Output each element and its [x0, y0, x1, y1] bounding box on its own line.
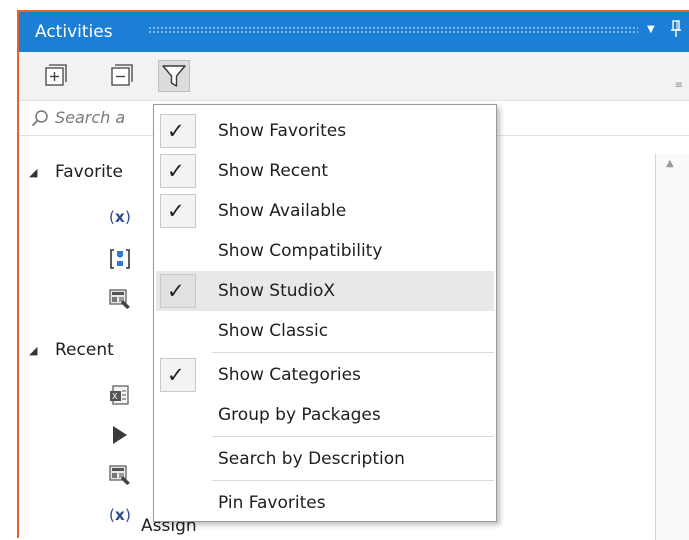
- pin-icon[interactable]: [670, 20, 682, 44]
- filter-icon[interactable]: [158, 60, 190, 92]
- recent-expander-icon[interactable]: ◢: [29, 344, 37, 357]
- search-icon: [31, 109, 49, 131]
- assign-variable-icon: ( x ): [109, 206, 131, 228]
- tree-recent[interactable]: Recent: [55, 340, 114, 360]
- filter-menu: ✓ Show Favorites ✓ Show Recent ✓ Show Av…: [153, 104, 497, 522]
- expand-all-icon[interactable]: [39, 60, 71, 92]
- workflow-icon: [109, 288, 131, 310]
- menu-separator: [212, 436, 494, 437]
- sequence-icon: [109, 248, 131, 270]
- menu-item-show-studiox[interactable]: ✓ Show StudioX: [156, 271, 494, 311]
- collapse-all-icon[interactable]: [105, 60, 137, 92]
- menu-item-label: Show Available: [218, 201, 347, 221]
- menu-item-show-recent[interactable]: ✓ Show Recent: [156, 151, 494, 191]
- menu-item-label: Search by Description: [218, 449, 405, 469]
- svg-text:(: (: [109, 506, 115, 524]
- svg-text:): ): [125, 506, 131, 524]
- check-icon: ✓: [160, 154, 196, 188]
- tree-favorites[interactable]: Favorite: [55, 162, 123, 182]
- menu-item-search-by-description[interactable]: Search by Description: [156, 439, 494, 479]
- menu-item-show-classic[interactable]: Show Classic: [156, 311, 494, 351]
- menu-item-label: Show Recent: [218, 161, 329, 181]
- menu-item-show-favorites[interactable]: ✓ Show Favorites: [156, 111, 494, 151]
- menu-item-label: Show Classic: [218, 321, 329, 341]
- favorites-expander-icon[interactable]: ◢: [29, 166, 37, 179]
- search-input[interactable]: Search a: [55, 108, 125, 127]
- svg-text:X: X: [112, 392, 118, 401]
- activities-toolbar: ≡: [19, 52, 689, 100]
- play-icon: [111, 424, 133, 446]
- check-icon: ✓: [160, 358, 196, 392]
- menu-item-group-by-packages[interactable]: Group by Packages: [156, 395, 494, 435]
- window-options-icon[interactable]: ▼: [647, 20, 655, 40]
- menu-item-label: Show StudioX: [218, 281, 336, 301]
- check-icon: ✓: [160, 114, 196, 148]
- panel-title-bar[interactable]: Activities ▼: [19, 12, 689, 52]
- menu-item-show-available[interactable]: ✓ Show Available: [156, 191, 494, 231]
- svg-text:(: (: [109, 208, 115, 226]
- scroll-up-icon[interactable]: ▲: [666, 158, 674, 169]
- menu-item-show-compatibility[interactable]: Show Compatibility: [156, 231, 494, 271]
- svg-text:x: x: [115, 208, 125, 226]
- toolbar-overflow-icon[interactable]: ≡: [675, 80, 683, 91]
- menu-item-label: Pin Favorites: [218, 493, 326, 513]
- menu-item-label: Show Compatibility: [218, 241, 383, 261]
- assign-icon: ( x ): [109, 504, 139, 526]
- menu-item-pin-favorites[interactable]: Pin Favorites: [156, 483, 494, 523]
- check-icon: ✓: [160, 194, 196, 228]
- svg-text:x: x: [115, 506, 125, 524]
- menu-item-show-categories[interactable]: ✓ Show Categories: [156, 355, 494, 395]
- menu-item-label: Group by Packages: [218, 405, 381, 425]
- check-icon: ✓: [160, 274, 196, 308]
- svg-text:): ): [125, 208, 131, 226]
- menu-item-label: Show Categories: [218, 365, 361, 385]
- panel-title: Activities: [35, 22, 113, 42]
- title-bar-grip: [148, 26, 638, 34]
- menu-separator: [212, 480, 494, 481]
- menu-separator: [212, 352, 494, 353]
- tree-scrollbar[interactable]: ▲: [655, 154, 689, 540]
- workflow-icon-recent: [109, 464, 131, 486]
- excel-activity-icon: X: [109, 384, 131, 406]
- menu-item-label: Show Favorites: [218, 121, 347, 141]
